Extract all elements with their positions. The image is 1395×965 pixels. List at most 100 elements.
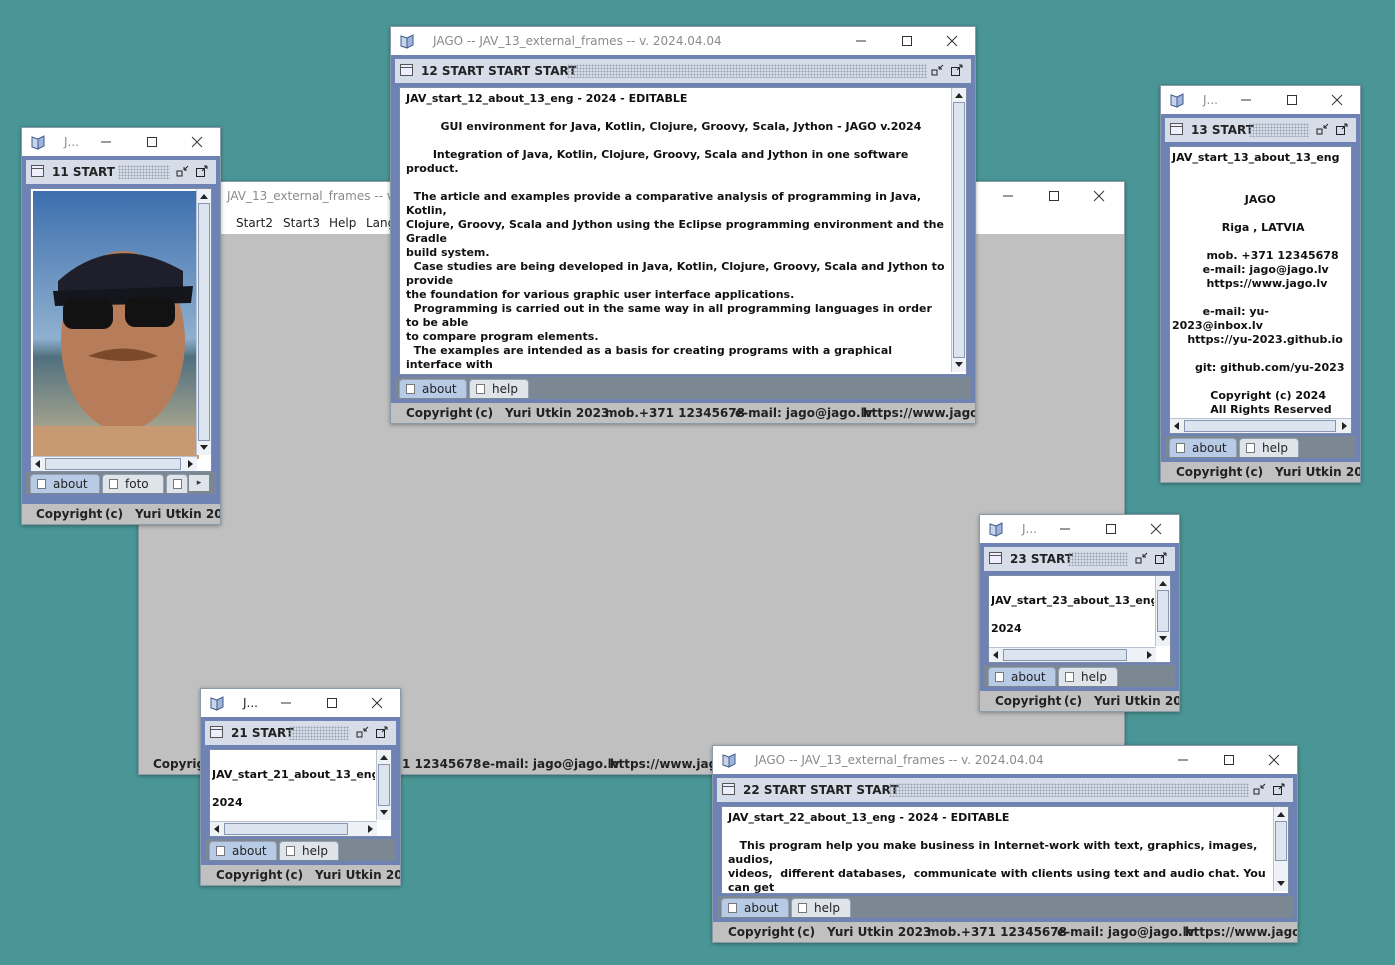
tab-scroll-arrows[interactable]: ▸ <box>189 475 209 491</box>
close-button[interactable] <box>1315 88 1359 112</box>
scroll-thumb[interactable] <box>1003 649 1127 661</box>
tab-help[interactable]: help <box>469 379 529 398</box>
iconify-icon[interactable] <box>1135 551 1149 565</box>
frame-grip <box>1068 552 1128 566</box>
scroll-thumb[interactable] <box>1184 420 1336 432</box>
menu-help[interactable]: Help <box>329 216 356 230</box>
about-text-area[interactable]: JAV_start_21_about_13_eng 2024 <box>209 749 392 837</box>
maximize-button[interactable] <box>1270 88 1314 112</box>
tab-about[interactable]: about <box>1169 438 1237 457</box>
window-23-titlebar[interactable]: J... <box>980 515 1179 543</box>
document-icon <box>173 479 182 489</box>
maximize-button[interactable] <box>310 691 354 715</box>
tab-help[interactable]: help <box>1058 667 1118 686</box>
tab-about[interactable]: about <box>399 379 467 398</box>
window-11-titlebar[interactable]: J... <box>22 128 220 156</box>
vertical-scrollbar[interactable] <box>951 88 966 372</box>
scroll-thumb[interactable] <box>224 823 348 835</box>
tab-help[interactable]: help <box>279 841 339 860</box>
tab-foto[interactable]: foto <box>102 474 164 493</box>
internal-frame-header[interactable]: 13 START <box>1165 118 1356 142</box>
minimize-button[interactable] <box>986 184 1030 208</box>
photo-horizontal-scrollbar[interactable] <box>31 456 197 471</box>
minimize-button[interactable] <box>264 691 308 715</box>
scroll-thumb[interactable] <box>953 102 965 358</box>
iconify-icon[interactable] <box>931 63 945 77</box>
maximize-frame-icon[interactable] <box>375 725 389 739</box>
horizontal-scrollbar[interactable] <box>210 821 377 836</box>
window-12-titlebar[interactable]: JAGO -- JAV_13_external_frames -- v. 202… <box>391 27 975 55</box>
iconify-icon[interactable] <box>1316 122 1330 136</box>
tab-about[interactable]: about <box>721 898 789 917</box>
scroll-thumb[interactable] <box>45 458 181 470</box>
maximize-button[interactable] <box>1207 748 1251 772</box>
window-12: JAGO -- JAV_13_external_frames -- v. 202… <box>390 26 976 424</box>
maximize-button[interactable] <box>1089 517 1133 541</box>
tab-about[interactable]: about <box>988 667 1056 686</box>
scroll-thumb[interactable] <box>1157 590 1169 632</box>
photo-vertical-scrollbar[interactable] <box>196 189 211 455</box>
about-text-area[interactable]: JAV_start_23_about_13_eng 2024 <box>988 575 1171 663</box>
close-button[interactable] <box>355 691 399 715</box>
close-icon <box>1331 94 1343 106</box>
contacts-text[interactable]: JAV_start_13_about_13_eng JAGO Riga , LA… <box>1172 151 1347 417</box>
scroll-thumb[interactable] <box>198 203 210 441</box>
minimize-button[interactable] <box>1043 517 1087 541</box>
window-13-titlebar[interactable]: J... <box>1161 86 1360 114</box>
minimize-button[interactable] <box>84 130 128 154</box>
horizontal-scrollbar[interactable] <box>989 647 1156 662</box>
document-icon <box>798 903 807 913</box>
close-button[interactable] <box>1134 517 1178 541</box>
internal-frame-header[interactable]: 12 START START START <box>395 59 971 83</box>
close-button[interactable] <box>1252 748 1296 772</box>
maximize-frame-icon[interactable] <box>1335 122 1349 136</box>
maximize-button[interactable] <box>885 29 929 53</box>
maximize-frame-icon[interactable] <box>1272 782 1286 796</box>
frame-icon <box>210 726 223 738</box>
scroll-thumb[interactable] <box>378 764 390 806</box>
about-text[interactable]: JAV_start_23_about_13_eng 2024 <box>991 580 1154 636</box>
maximize-button[interactable] <box>130 130 174 154</box>
window-21-titlebar[interactable]: J... <box>201 689 400 717</box>
window-22-titlebar[interactable]: JAGO -- JAV_13_external_frames -- v. 202… <box>713 746 1297 774</box>
iconify-icon[interactable] <box>1253 782 1267 796</box>
tab-help[interactable]: help <box>791 898 851 917</box>
tab-about[interactable]: about <box>209 841 277 860</box>
about-text[interactable]: JAV_start_21_about_13_eng 2024 <box>212 754 375 810</box>
vertical-scrollbar[interactable] <box>1273 807 1288 891</box>
minimize-button[interactable] <box>839 29 883 53</box>
maximize-button[interactable] <box>1032 184 1076 208</box>
iconify-icon[interactable] <box>356 725 370 739</box>
menu-start3[interactable]: Start3 <box>283 216 320 230</box>
minimize-button[interactable] <box>1161 748 1205 772</box>
contacts-text-area[interactable]: JAV_start_13_about_13_eng JAGO Riga , LA… <box>1169 146 1352 434</box>
horizontal-scrollbar[interactable] <box>1170 418 1351 433</box>
tab-about[interactable]: about <box>30 474 100 493</box>
internal-frame-header[interactable]: 23 START <box>984 547 1175 571</box>
vertical-scrollbar[interactable] <box>1155 576 1170 646</box>
about-text-area[interactable]: JAV_start_12_about_13_eng - 2024 - EDITA… <box>399 87 967 375</box>
iconify-icon[interactable] <box>176 164 190 178</box>
vertical-scrollbar[interactable] <box>376 750 391 820</box>
close-button[interactable] <box>1077 184 1121 208</box>
tab-label: help <box>1262 441 1288 455</box>
menu-start2[interactable]: Start2 <box>236 216 273 230</box>
about-text-area[interactable]: JAV_start_22_about_13_eng - 2024 - EDITA… <box>721 806 1289 894</box>
maximize-frame-icon[interactable] <box>195 164 209 178</box>
close-button[interactable] <box>930 29 974 53</box>
tab-overflow[interactable] <box>166 474 188 493</box>
internal-frame-header[interactable]: 21 START <box>205 721 396 745</box>
about-text[interactable]: JAV_start_12_about_13_eng - 2024 - EDITA… <box>406 92 946 374</box>
internal-frame-header[interactable]: 11 START <box>26 160 216 184</box>
internal-frame-header[interactable]: 22 START START START <box>717 778 1293 802</box>
maximize-frame-icon[interactable] <box>1154 551 1168 565</box>
window-title: JAGO -- JAV_13_external_frames -- v. 202… <box>755 753 1044 767</box>
internal-frame-12: 12 START START START JAV_start_12_about_… <box>395 59 971 402</box>
main-window-title: JAV_13_external_frames -- v. 20 <box>227 189 416 203</box>
minimize-button[interactable] <box>1224 88 1268 112</box>
about-text[interactable]: JAV_start_22_about_13_eng - 2024 - EDITA… <box>728 811 1268 893</box>
maximize-frame-icon[interactable] <box>950 63 964 77</box>
tab-help[interactable]: help <box>1239 438 1299 457</box>
scroll-thumb[interactable] <box>1275 821 1287 861</box>
close-button[interactable] <box>175 130 219 154</box>
